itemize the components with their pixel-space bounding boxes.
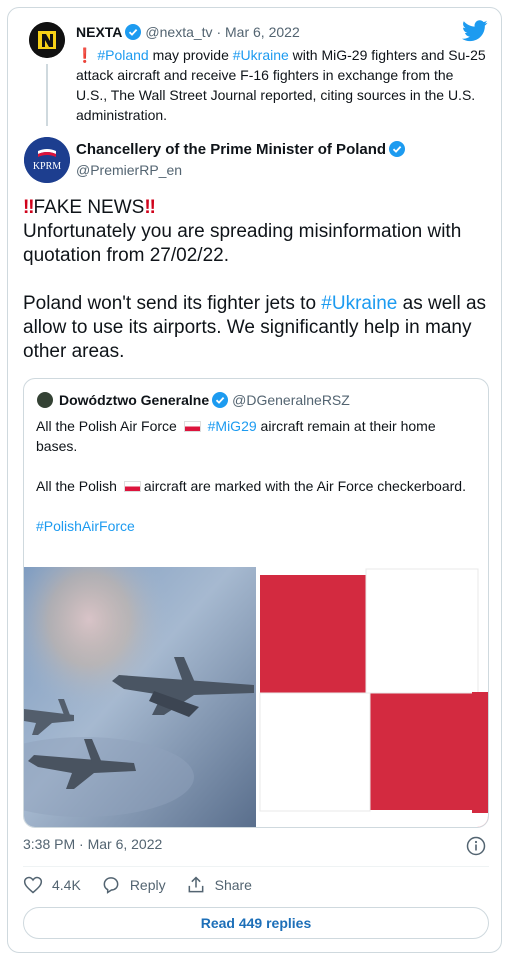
quoted-author-handle[interactable]: @DGeneralneRSZ bbox=[232, 392, 350, 408]
hashtag-poland[interactable]: #Poland bbox=[97, 47, 148, 63]
dowodztwo-avatar bbox=[37, 392, 53, 408]
quoted-tweet[interactable]: Dowództwo Generalne @DGeneralneRSZ All th… bbox=[23, 378, 489, 828]
main-author-name[interactable]: Chancellery of the Prime Minister of Pol… bbox=[76, 141, 386, 158]
main-author-handle[interactable]: @PremierRP_en bbox=[76, 162, 182, 178]
poland-flag-icon bbox=[123, 481, 141, 492]
quoted-tweet-text: All the Polish Air Force #MiG29 aircraft… bbox=[36, 418, 466, 534]
parent-author-name[interactable]: NEXTA bbox=[76, 24, 122, 40]
hashtag-ukraine[interactable]: #Ukraine bbox=[233, 47, 289, 63]
share-icon bbox=[188, 876, 204, 893]
verified-icon bbox=[125, 24, 142, 43]
checkerboard-photo[interactable] bbox=[258, 567, 488, 827]
reply-label: Reply bbox=[129, 877, 166, 893]
read-replies-button[interactable]: Read 449 replies bbox=[23, 907, 489, 939]
poland-flag-icon bbox=[183, 421, 201, 432]
verified-icon bbox=[389, 141, 406, 161]
tweet-actions: 4.4K Reply Share bbox=[23, 875, 272, 895]
double-exclamation-emoji: ‼ bbox=[23, 197, 35, 218]
parent-tweet-text: ❗ #Poland may provide #Ukraine with MiG-… bbox=[76, 47, 486, 123]
like-button[interactable]: 4.4K bbox=[23, 875, 81, 895]
info-icon[interactable] bbox=[466, 836, 486, 861]
quoted-tweet-header: Dowództwo Generalne @DGeneralneRSZ bbox=[37, 392, 350, 411]
parent-author-handle[interactable]: @nexta_tv bbox=[145, 24, 212, 40]
like-count: 4.4K bbox=[52, 877, 81, 893]
share-label: Share bbox=[214, 877, 252, 893]
hashtag-ukraine[interactable]: #Ukraine bbox=[321, 293, 397, 314]
divider bbox=[23, 866, 489, 867]
parent-date[interactable]: Mar 6, 2022 bbox=[225, 24, 300, 40]
fake-news-text: FAKE NEWS bbox=[33, 197, 145, 218]
kprm-avatar[interactable]: KPRM bbox=[24, 137, 70, 183]
main-tweet-text: ‼FAKE NEWS‼ Unfortunately you are spreadi… bbox=[23, 197, 487, 362]
heart-icon bbox=[23, 876, 43, 894]
twitter-bird-icon[interactable] bbox=[462, 20, 488, 47]
misinformation-text: Unfortunately you are spreading misinfor… bbox=[23, 221, 462, 266]
verified-icon bbox=[212, 392, 229, 411]
hashtag-polishairforce[interactable]: #PolishAirForce bbox=[36, 518, 135, 534]
tweet-timestamp[interactable]: 3:38 PM · Mar 6, 2022 bbox=[23, 836, 162, 852]
double-exclamation-emoji: ‼ bbox=[144, 197, 156, 218]
mig29-jets-photo[interactable] bbox=[24, 567, 256, 827]
reply-icon bbox=[103, 877, 119, 894]
exclamation-emoji: ❗ bbox=[76, 47, 94, 63]
thread-line bbox=[46, 64, 48, 126]
main-author: Chancellery of the Prime Minister of Pol… bbox=[76, 141, 409, 161]
hashtag-mig29[interactable]: #MiG29 bbox=[208, 418, 257, 434]
parent-tweet-header: NEXTA @nexta_tv · Mar 6, 2022 bbox=[76, 24, 300, 43]
nexta-avatar[interactable] bbox=[29, 22, 65, 58]
share-button[interactable]: Share bbox=[186, 875, 252, 895]
kprm-avatar-text: KPRM bbox=[33, 161, 61, 172]
reply-button[interactable]: Reply bbox=[101, 875, 166, 895]
quoted-author-name[interactable]: Dowództwo Generalne bbox=[59, 392, 209, 408]
